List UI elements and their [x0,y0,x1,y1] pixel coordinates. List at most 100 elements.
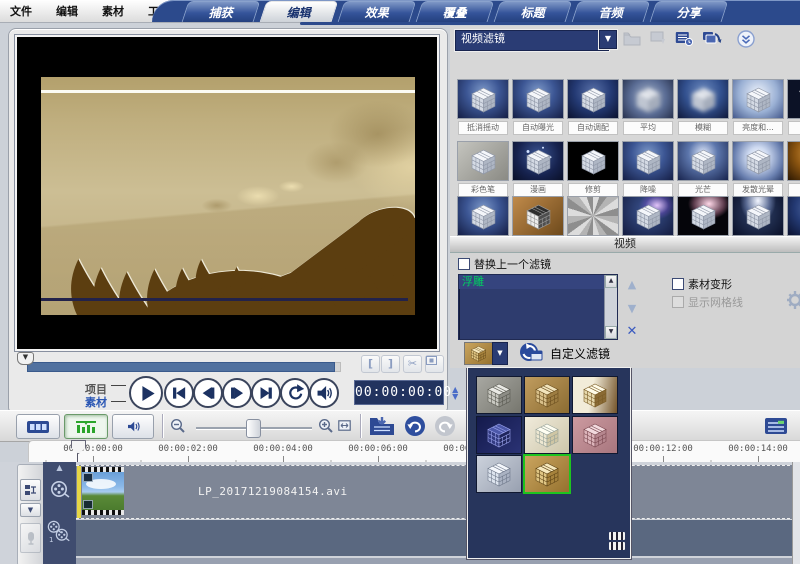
timeline-ruler[interactable]: 00:00:00:00 00:00:02:00 00:00:04:00 00:0… [28,440,800,464]
preset-tile[interactable] [476,455,522,493]
customize-filter-icon[interactable] [518,340,544,364]
repeat-button[interactable] [280,378,310,408]
play-button[interactable] [129,376,163,410]
tab-audio[interactable]: 音频 [572,1,651,22]
menu-edit[interactable]: 编辑 [56,3,78,19]
filter-tile[interactable]: 自动调配 [567,79,617,135]
tab-effect[interactable]: 效果 [338,1,417,22]
mark-in-button[interactable]: [ [361,355,380,373]
timecode-spinner[interactable]: ▲▼ [452,386,458,400]
title-track[interactable] [76,558,800,564]
clip-filename[interactable]: LP_20171219084154.avi [198,485,348,498]
scrub-handle[interactable]: ▼ [17,352,34,365]
preset-tile[interactable] [524,416,570,454]
menu-clip[interactable]: 素材 [102,3,124,19]
zoom-slider-thumb[interactable] [246,419,261,438]
current-preset-button[interactable] [464,342,493,365]
tab-capture[interactable]: 捕获 [182,1,261,22]
sound-mixer-button[interactable] [112,414,154,439]
preset-tile[interactable] [572,416,618,454]
filter-preset-popup [467,367,631,559]
overlay-track-icon2[interactable] [55,528,70,543]
filter-tile-partial[interactable] [787,141,800,197]
undo-button[interactable] [404,415,426,437]
move-filter-up-button[interactable]: ▲ [624,278,640,292]
previous-frame-button[interactable] [193,378,223,408]
filter-gallery: 抵消摇动 自动曝光 自动调配 平均 模糊 亮度和... 彩色笔 漫画 修剪 降噪… [450,50,800,238]
clip-mode-label[interactable]: 素材 [85,394,107,410]
delete-filter-button[interactable]: ✕ [624,324,640,340]
options-panel-tab[interactable]: 视频 [450,236,800,253]
timecode-value[interactable]: 00:00:00:00 [355,385,452,400]
tab-edit[interactable]: 编辑 [260,1,339,22]
filter-tile[interactable]: 降噪 [622,141,672,197]
volume-button[interactable] [309,378,339,408]
filter-tile[interactable]: 光芒 [677,141,727,197]
clip-distort-checkbox[interactable]: 素材变形 [672,276,732,292]
enlarge-preview-button[interactable] [425,355,444,373]
preset-tile[interactable] [523,454,571,494]
fit-timeline-icon[interactable] [338,420,351,431]
overlay-track[interactable] [76,520,800,556]
gallery-category-arrow-icon[interactable]: ▼ [599,30,617,49]
scroll-down-icon[interactable]: ▼ [605,326,617,339]
storyboard-view-button[interactable] [16,414,60,439]
tab-share[interactable]: 分享 [650,1,729,22]
ruler-label: 00:00:12:00 [623,444,703,454]
video-track-icon[interactable] [50,480,70,500]
end-button[interactable] [251,378,281,408]
library-manager-icon[interactable] [672,28,696,49]
menu-file[interactable]: 文件 [10,3,32,19]
tracks-scrollbar[interactable] [792,462,800,564]
mark-out-button[interactable]: ] [381,355,400,373]
spin-down-icon[interactable]: ▼ [452,393,458,400]
filter-tile[interactable]: 漫画 [512,141,562,197]
filter-tile[interactable]: 彩色笔 [457,141,507,197]
filter-tile-partial[interactable] [787,79,800,135]
track-manager-button[interactable] [20,479,41,501]
scroll-up-icon[interactable]: ▲ [605,275,617,288]
filter-list-scrollbar[interactable]: ▲ ▼ [604,275,617,339]
applied-filter-list[interactable]: 浮雕 ▲ ▼ [458,274,618,340]
zoom-out-icon[interactable] [170,418,186,434]
preset-tile[interactable] [572,376,618,414]
gallery-category-select[interactable]: 视频滤镜 [455,30,609,51]
trim-range[interactable] [27,362,335,372]
customize-filter-button[interactable]: 自定义滤镜 [550,345,610,362]
checkbox-box[interactable] [458,258,470,270]
filter-tile[interactable]: 自动曝光 [512,79,562,135]
track-header-column: ▲ 1 [43,462,76,564]
frame-white-line [41,90,415,93]
next-frame-button[interactable] [222,378,252,408]
move-filter-down-button[interactable]: ▼ [624,302,640,316]
filter-tile[interactable]: 亮度和... [732,79,782,135]
ruler-label: 00:00:00:00 [53,444,133,454]
filter-tile[interactable]: 模糊 [677,79,727,135]
preset-tile[interactable] [476,416,522,454]
insert-media-button[interactable] [368,415,396,437]
filter-tile[interactable]: 发散光晕 [732,141,782,197]
filter-tile[interactable]: 平均 [622,79,672,135]
preset-tile[interactable] [476,376,522,414]
filter-tile[interactable]: 抵消摇动 [457,79,507,135]
applied-filter-item[interactable]: 浮雕 [459,275,617,289]
preset-tile[interactable] [524,376,570,414]
preset-dropdown-arrow[interactable]: ▼ [492,342,508,365]
split-clip-button[interactable]: ✂ [403,355,422,373]
collapse-tracks-icon[interactable]: ▼ [20,503,41,517]
filter-tile[interactable]: 修剪 [567,141,617,197]
tab-title[interactable]: 标题 [494,1,573,22]
scroll-tracks-up-icon[interactable]: ▲ [43,463,76,472]
replace-last-filter-checkbox[interactable]: 替换上一个滤镜 [458,256,551,272]
timeline-view-button[interactable] [64,414,108,439]
clip-left-trim-handle[interactable] [77,466,81,518]
home-button[interactable] [164,378,194,408]
clip-thumbnail[interactable] [82,467,124,515]
zoom-in-icon[interactable] [318,418,334,434]
checkbox-box[interactable] [672,278,684,290]
track-manager-icon[interactable] [764,416,788,436]
expand-gallery-icon[interactable] [734,28,758,49]
sort-clips-icon[interactable] [700,28,724,49]
video-track[interactable]: LP_20171219084154.avi [76,465,800,519]
tab-overlay[interactable]: 覆叠 [416,1,495,22]
